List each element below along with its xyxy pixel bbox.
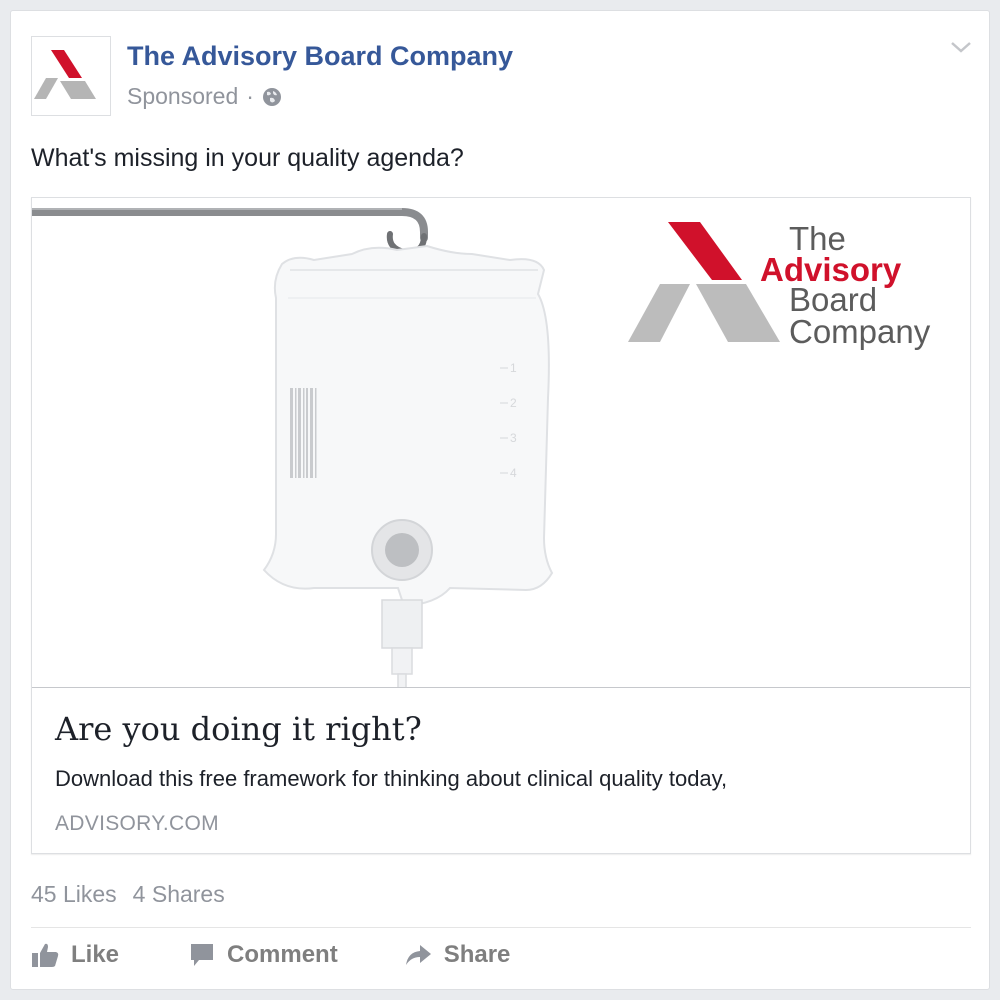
comment-button[interactable]: Comment <box>189 941 338 969</box>
page-name-link[interactable]: The Advisory Board Company <box>127 41 513 72</box>
link-domain: ADVISORY.COM <box>55 812 219 835</box>
sponsored-label[interactable]: Sponsored <box>127 83 238 110</box>
scale-label-1: 1 <box>510 361 517 375</box>
globe-icon[interactable] <box>262 87 282 107</box>
scale-label-4: 4 <box>510 466 517 480</box>
comment-label: Comment <box>227 941 338 968</box>
chevron-down-icon[interactable] <box>949 39 973 55</box>
link-description: Download this free framework for thinkin… <box>55 766 728 791</box>
comment-bubble-icon <box>191 944 214 966</box>
share-arrow-icon <box>405 945 431 965</box>
sponsored-post-card: The Advisory Board Company Sponsored · W… <box>10 10 990 990</box>
actions-divider <box>31 927 971 928</box>
page-avatar[interactable] <box>31 36 111 116</box>
post-actions: Like Comment Share <box>31 941 510 969</box>
brand-word-company: Company <box>789 313 931 350</box>
likes-count[interactable]: 45 Likes <box>31 881 117 908</box>
share-button[interactable]: Share <box>404 941 511 969</box>
like-label: Like <box>71 941 120 968</box>
link-preview-image[interactable]: 1 2 3 4 The Advisory Board Company <box>32 198 970 688</box>
like-button[interactable]: Like <box>31 941 119 969</box>
engagement-counts: 45 Likes 4 Shares <box>31 881 225 908</box>
meta-separator: · <box>246 83 254 109</box>
post-message: What's missing in your quality agenda? <box>31 144 464 172</box>
link-title[interactable]: Are you doing it right? <box>55 710 422 748</box>
scale-label-2: 2 <box>510 396 517 410</box>
advisory-board-brand-logo <box>628 222 780 342</box>
link-preview-card[interactable]: 1 2 3 4 The Advisory Board Company Are y… <box>31 197 971 854</box>
thumbs-up-icon <box>32 943 59 967</box>
share-label: Share <box>443 941 511 968</box>
post-meta: Sponsored · <box>127 83 282 110</box>
advisory-board-logo-icon <box>34 50 96 99</box>
shares-count[interactable]: 4 Shares <box>133 881 225 908</box>
scale-label-3: 3 <box>510 431 517 445</box>
iv-bag-illustration: 1 2 3 4 The Advisory Board Company <box>32 208 931 687</box>
